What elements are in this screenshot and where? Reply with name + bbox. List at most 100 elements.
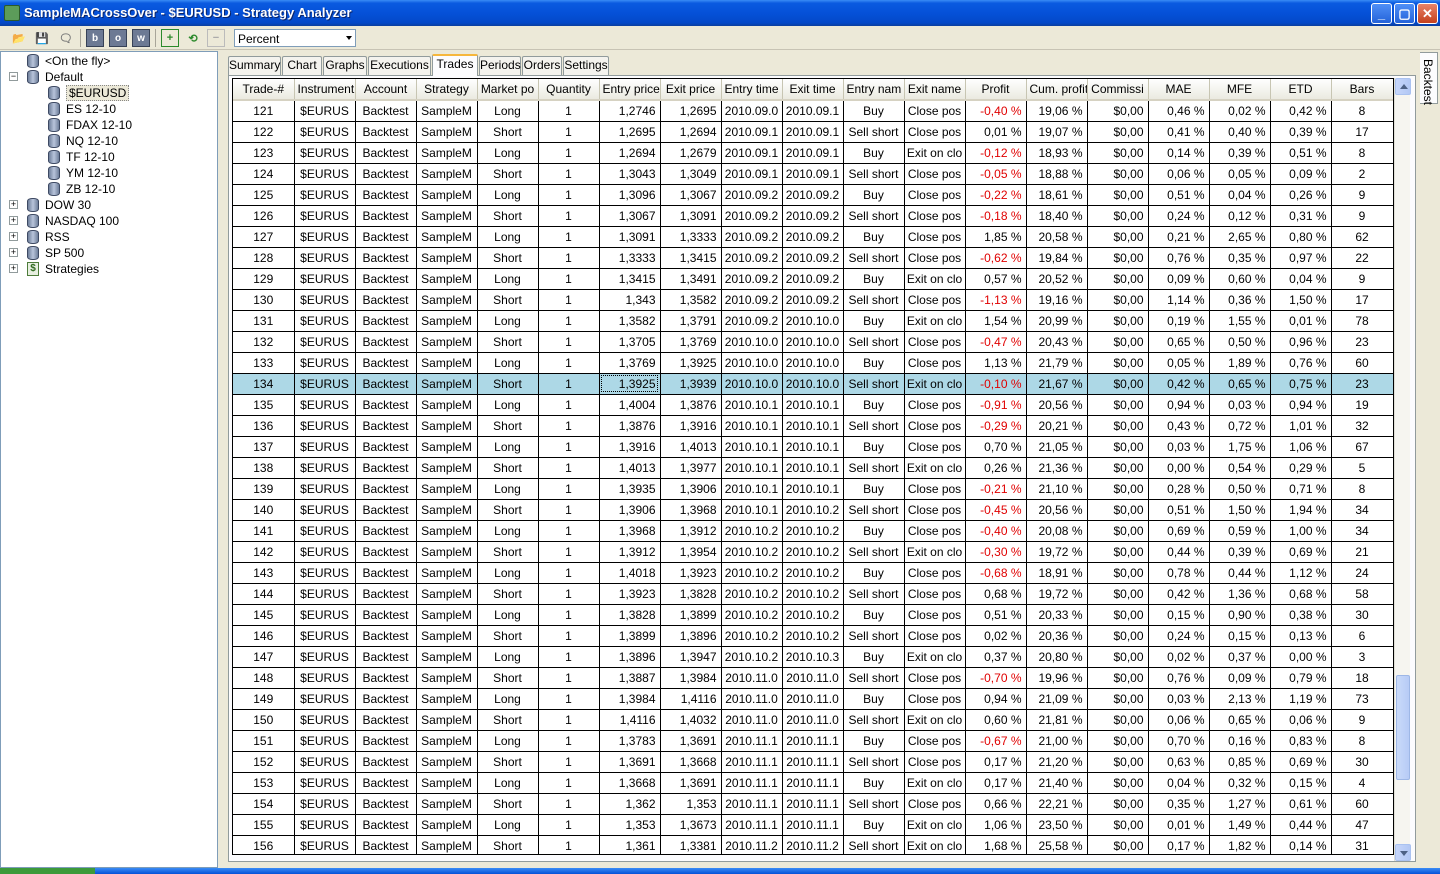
minimize-button[interactable]: _ <box>1371 3 1392 24</box>
title-bar[interactable]: SampleMACrossOver - $EURUSD - Strategy A… <box>0 0 1440 26</box>
table-cell: 2010.11.1 <box>721 751 783 773</box>
table-row[interactable]: 144 $EURUS Backtest SampleM Short 1 1,3923 1,38… <box>233 583 1393 605</box>
table-row[interactable]: 147 $EURUS Backtest SampleM Long 1 1,3896 1,394… <box>233 646 1393 668</box>
column-header[interactable]: Quantity <box>538 79 600 101</box>
table-row[interactable]: 141 $EURUS Backtest SampleM Long 1 1,3968 1,391… <box>233 520 1393 542</box>
display-unit-select[interactable]: Percent <box>234 29 356 47</box>
expand-icon[interactable]: + <box>9 232 18 241</box>
table-row[interactable]: 122 $EURUS Backtest SampleM Short 1 1,2695 1,26… <box>233 121 1393 143</box>
column-header[interactable]: Exit time <box>782 79 844 101</box>
table-row[interactable]: 139 $EURUS Backtest SampleM Long 1 1,3935 1,390… <box>233 478 1393 500</box>
table-row[interactable]: 131 $EURUS Backtest SampleM Long 1 1,3582 1,379… <box>233 310 1393 332</box>
refresh-icon[interactable]: ⟲ <box>184 29 202 47</box>
chat-icon[interactable]: 🗨 <box>57 29 75 47</box>
tab-executions[interactable]: Executions <box>368 56 431 75</box>
table-row[interactable]: 129 $EURUS Backtest SampleM Long 1 1,3415 1,349… <box>233 268 1393 290</box>
tab-orders[interactable]: Orders <box>522 56 562 75</box>
expand-icon[interactable]: + <box>9 248 18 257</box>
column-header[interactable]: Exit price <box>660 79 722 101</box>
table-cell: 19,96 % <box>1026 667 1088 689</box>
column-header[interactable]: Entry time <box>721 79 783 101</box>
expand-icon[interactable]: + <box>9 216 18 225</box>
table-row[interactable]: 142 $EURUS Backtest SampleM Short 1 1,3912 1,39… <box>233 541 1393 563</box>
table-row[interactable]: 130 $EURUS Backtest SampleM Short 1 1,343 1,358… <box>233 289 1393 311</box>
table-cell: Short <box>477 331 539 353</box>
scroll-up-button[interactable] <box>1395 78 1411 95</box>
open-icon[interactable]: 📂 <box>10 29 28 47</box>
o-button[interactable]: o <box>109 29 127 47</box>
table-row[interactable]: 138 $EURUS Backtest SampleM Short 1 1,4013 1,39… <box>233 457 1393 479</box>
column-header[interactable]: Trade-# <box>233 79 295 101</box>
table-row[interactable]: 155 $EURUS Backtest SampleM Long 1 1,353 1,3673… <box>233 814 1393 836</box>
maximize-button[interactable]: ▢ <box>1394 3 1415 24</box>
table-row[interactable]: 145 $EURUS Backtest SampleM Long 1 1,3828 1,389… <box>233 604 1393 626</box>
column-header[interactable]: Market po <box>477 79 539 101</box>
table-row[interactable]: 132 $EURUS Backtest SampleM Short 1 1,3705 1,37… <box>233 331 1393 353</box>
column-header[interactable]: Account <box>355 79 417 101</box>
column-header[interactable]: Commissi <box>1087 79 1149 101</box>
column-header[interactable]: MAE <box>1148 79 1210 101</box>
grid-vertical-scrollbar[interactable] <box>1394 78 1411 861</box>
column-header[interactable]: Profit <box>965 79 1027 101</box>
column-header[interactable]: Bars <box>1331 79 1393 101</box>
table-row[interactable]: 134 $EURUS Backtest SampleM Short 1 1,3925 1,39… <box>233 373 1393 395</box>
table-row[interactable]: 152 $EURUS Backtest SampleM Short 1 1,3691 1,36… <box>233 751 1393 773</box>
save-icon[interactable]: 💾 <box>33 29 51 47</box>
table-row[interactable]: 136 $EURUS Backtest SampleM Short 1 1,3876 1,39… <box>233 415 1393 437</box>
column-header[interactable]: Exit name <box>904 79 966 101</box>
column-header[interactable]: MFE <box>1209 79 1271 101</box>
column-header[interactable]: Entry price <box>599 79 661 101</box>
trades-grid[interactable]: Trade-# Instrument Account Strategy Market p… <box>232 78 1394 855</box>
table-row[interactable]: 140 $EURUS Backtest SampleM Short 1 1,3906 1,39… <box>233 499 1393 521</box>
table-row[interactable]: 135 $EURUS Backtest SampleM Long 1 1,4004 1,387… <box>233 394 1393 416</box>
start-button[interactable] <box>0 868 95 874</box>
table-cell: 2010.11.2 <box>721 835 783 854</box>
add-icon[interactable]: + <box>161 29 179 47</box>
tab-summary[interactable]: Summary <box>228 56 281 75</box>
tab-settings[interactable]: Settings <box>563 56 609 75</box>
tab-chart[interactable]: Chart <box>282 56 322 75</box>
column-header[interactable]: ETD <box>1270 79 1332 101</box>
scroll-thumb[interactable] <box>1396 674 1410 780</box>
collapse-icon[interactable]: − <box>9 72 18 81</box>
tab-graphs[interactable]: Graphs <box>323 56 367 75</box>
scroll-down-button[interactable] <box>1395 844 1411 861</box>
chevron-down-icon[interactable] <box>346 36 352 40</box>
expand-icon[interactable]: + <box>9 200 18 209</box>
backtest-side-tab[interactable]: Backtest <box>1420 52 1438 105</box>
close-button[interactable]: ✕ <box>1417 3 1438 24</box>
table-row[interactable]: 124 $EURUS Backtest SampleM Short 1 1,3043 1,30… <box>233 163 1393 185</box>
table-row[interactable]: 137 $EURUS Backtest SampleM Long 1 1,3916 1,401… <box>233 436 1393 458</box>
table-row[interactable]: 128 $EURUS Backtest SampleM Short 1 1,3333 1,34… <box>233 247 1393 269</box>
table-row[interactable]: 153 $EURUS Backtest SampleM Long 1 1,3668 1,369… <box>233 772 1393 794</box>
table-row[interactable]: 121 $EURUS Backtest SampleM Long 1 1,2746 1,269… <box>233 100 1393 122</box>
table-row[interactable]: 146 $EURUS Backtest SampleM Short 1 1,3899 1,38… <box>233 625 1393 647</box>
table-row[interactable]: 125 $EURUS Backtest SampleM Long 1 1,3096 1,306… <box>233 184 1393 206</box>
tab-trades[interactable]: Trades <box>432 54 478 76</box>
w-button[interactable]: w <box>132 29 150 47</box>
tab-periods[interactable]: Periods <box>479 56 521 75</box>
instrument-tree[interactable]: <On the fly> − Default $EURUSD ES 12-10 FDAX … <box>0 51 218 868</box>
column-header[interactable]: Strategy <box>416 79 478 101</box>
table-row[interactable]: 150 $EURUS Backtest SampleM Short 1 1,4116 1,40… <box>233 709 1393 731</box>
column-header[interactable]: Entry nam <box>843 79 905 101</box>
table-row[interactable]: 149 $EURUS Backtest SampleM Long 1 1,3984 1,411… <box>233 688 1393 710</box>
table-row[interactable]: 133 $EURUS Backtest SampleM Long 1 1,3769 1,392… <box>233 352 1393 374</box>
table-row[interactable]: 127 $EURUS Backtest SampleM Long 1 1,3091 1,333… <box>233 226 1393 248</box>
table-cell: Short <box>477 205 539 227</box>
table-cell: 60 <box>1331 352 1393 374</box>
column-header[interactable]: Instrument <box>294 79 356 101</box>
table-row[interactable]: 156 $EURUS Backtest SampleM Short 1 1,361 1,338… <box>233 835 1393 854</box>
panel-splitter[interactable] <box>218 51 226 868</box>
expand-icon[interactable]: + <box>9 264 18 273</box>
table-row[interactable]: 143 $EURUS Backtest SampleM Long 1 1,4018 1,392… <box>233 562 1393 584</box>
table-row[interactable]: 126 $EURUS Backtest SampleM Short 1 1,3067 1,30… <box>233 205 1393 227</box>
table-row[interactable]: 123 $EURUS Backtest SampleM Long 1 1,2694 1,267… <box>233 142 1393 164</box>
table-row[interactable]: 154 $EURUS Backtest SampleM Short 1 1,362 1,353… <box>233 793 1393 815</box>
table-row[interactable]: 151 $EURUS Backtest SampleM Long 1 1,3783 1,369… <box>233 730 1393 752</box>
remove-icon[interactable]: − <box>207 29 225 47</box>
table-cell: $EURUS <box>294 730 356 752</box>
b-button[interactable]: b <box>86 29 104 47</box>
column-header[interactable]: Cum. profit <box>1026 79 1088 101</box>
table-row[interactable]: 148 $EURUS Backtest SampleM Short 1 1,3887 1,39… <box>233 667 1393 689</box>
